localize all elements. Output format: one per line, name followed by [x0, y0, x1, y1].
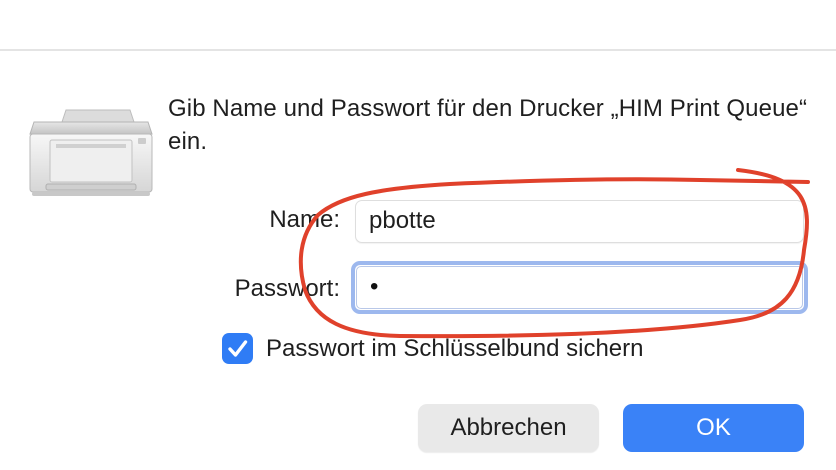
keychain-label[interactable]: Passwort im Schlüsselbund sichern: [266, 335, 644, 363]
password-field-inner: [356, 266, 803, 309]
name-label: Name:: [269, 206, 340, 233]
password-field[interactable]: •: [351, 261, 808, 314]
keychain-checkbox[interactable]: [222, 333, 253, 364]
checkmark-icon: [228, 340, 248, 357]
ok-button[interactable]: OK: [623, 404, 804, 452]
password-label: Passwort:: [234, 275, 340, 302]
printer-icon: [26, 104, 154, 200]
password-value: •: [370, 273, 379, 300]
top-divider: [0, 49, 836, 51]
name-field[interactable]: pbotte: [355, 200, 804, 243]
dialog-message: Gib Name und Passwort für den Drucker „H…: [168, 95, 808, 155]
password-dialog: Gib Name und Passwort für den Drucker „H…: [0, 0, 836, 470]
cancel-button[interactable]: Abbrechen: [418, 404, 599, 452]
name-value: pbotte: [369, 207, 436, 234]
